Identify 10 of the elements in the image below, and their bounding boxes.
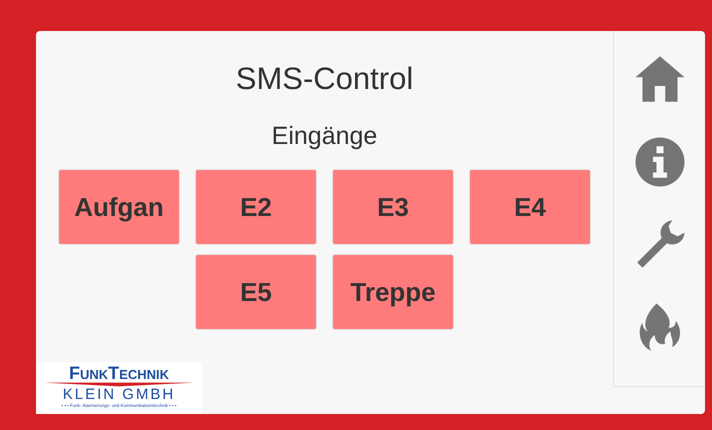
input-button[interactable]: Treppe bbox=[332, 254, 454, 330]
page-title: SMS-Control bbox=[236, 61, 414, 97]
section-heading: Eingänge bbox=[272, 122, 378, 151]
input-button[interactable]: E4 bbox=[469, 169, 591, 245]
input-button[interactable]: E2 bbox=[195, 169, 317, 245]
input-button[interactable]: Aufgan bbox=[58, 169, 180, 245]
input-button[interactable]: E3 bbox=[332, 169, 454, 245]
logo-text: KLEIN GMBH bbox=[62, 387, 176, 403]
logo-text: FunkTechnik bbox=[69, 365, 169, 382]
input-button[interactable]: E5 bbox=[195, 254, 317, 330]
